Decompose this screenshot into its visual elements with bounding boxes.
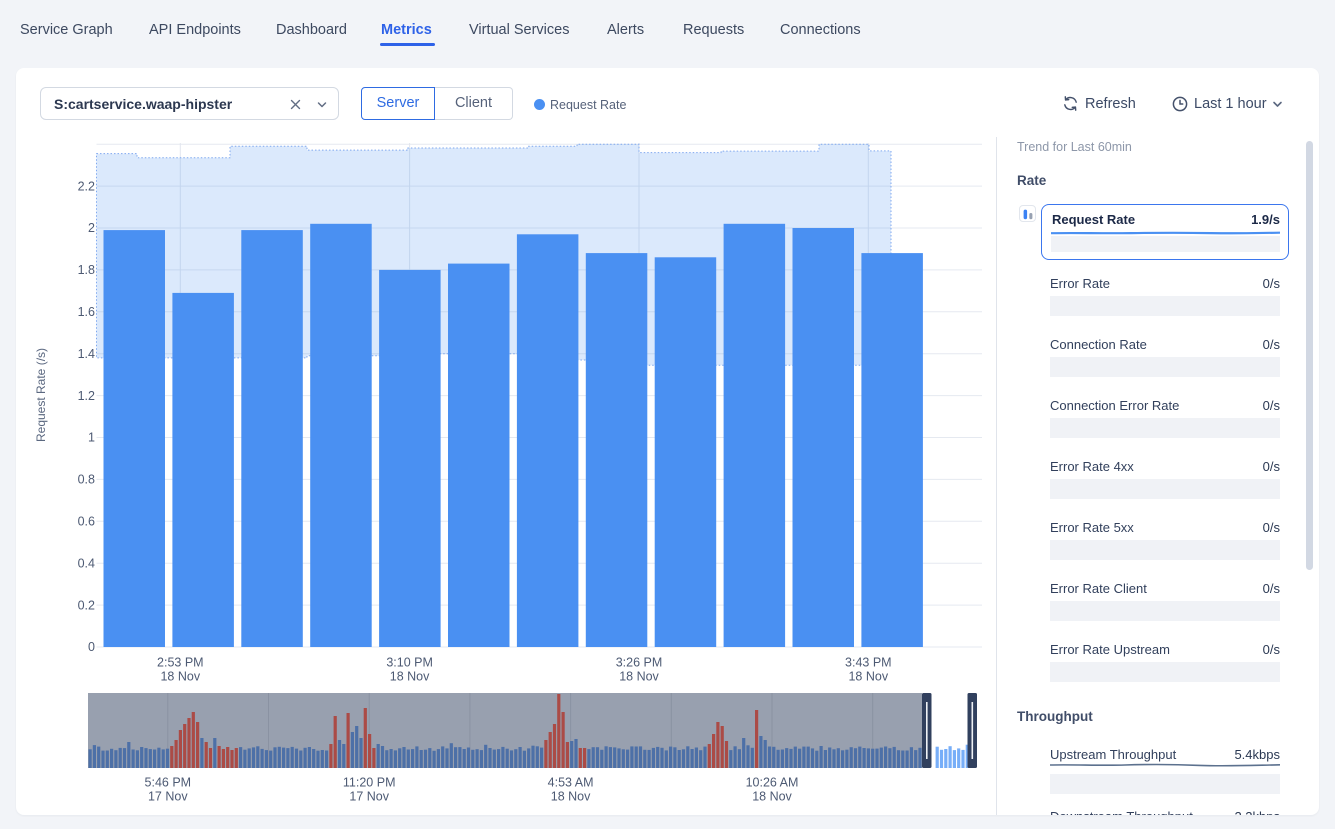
svg-text:17 Nov: 17 Nov [148, 790, 188, 804]
svg-text:4:53 AM: 4:53 AM [548, 776, 594, 790]
svg-text:0: 0 [88, 640, 95, 654]
svg-text:18 Nov: 18 Nov [551, 790, 591, 804]
svg-text:3:26 PM: 3:26 PM [616, 656, 663, 670]
svg-text:3:10 PM: 3:10 PM [386, 656, 433, 670]
svg-text:17 Nov: 17 Nov [349, 790, 389, 804]
svg-text:0.6: 0.6 [78, 515, 95, 529]
svg-text:0.8: 0.8 [78, 473, 95, 487]
svg-text:18 Nov: 18 Nov [848, 670, 888, 684]
svg-text:11:20 PM: 11:20 PM [343, 776, 396, 790]
svg-text:3:43 PM: 3:43 PM [845, 656, 892, 670]
svg-text:18 Nov: 18 Nov [160, 670, 200, 684]
svg-text:18 Nov: 18 Nov [752, 790, 792, 804]
svg-text:2: 2 [88, 221, 95, 235]
svg-text:10:26 AM: 10:26 AM [746, 776, 799, 790]
svg-text:2.2: 2.2 [78, 179, 95, 193]
svg-text:2:53 PM: 2:53 PM [157, 656, 204, 670]
svg-text:0.4: 0.4 [78, 556, 95, 570]
svg-text:1.4: 1.4 [78, 347, 95, 361]
svg-text:5:46 PM: 5:46 PM [145, 776, 192, 790]
svg-text:0.2: 0.2 [78, 598, 95, 612]
svg-text:1.8: 1.8 [78, 263, 95, 277]
svg-text:1: 1 [88, 431, 95, 445]
svg-text:18 Nov: 18 Nov [619, 670, 659, 684]
svg-text:18 Nov: 18 Nov [390, 670, 430, 684]
svg-text:1.6: 1.6 [78, 305, 95, 319]
svg-text:1.2: 1.2 [78, 389, 95, 403]
svg-text:Request Rate (/s): Request Rate (/s) [34, 348, 48, 442]
